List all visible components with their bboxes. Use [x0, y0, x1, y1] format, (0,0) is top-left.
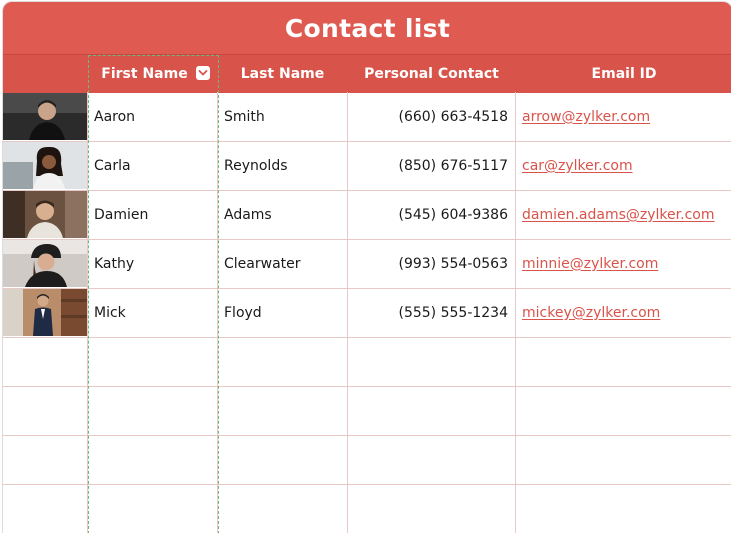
column-divider [217, 92, 218, 533]
phone-cell[interactable]: (545) 604-9386 [348, 190, 509, 239]
contact-photo [3, 191, 87, 238]
first-name-cell[interactable]: Damien [94, 190, 148, 239]
column-header-first-name[interactable]: First Name [88, 55, 217, 93]
email-link[interactable]: damien.adams@zylker.com [522, 207, 714, 223]
email-link[interactable]: car@zylker.com [522, 158, 633, 174]
column-header-row: First Name Last Name Personal Contact Em… [3, 54, 731, 93]
phone-cell[interactable]: (660) 663-4518 [348, 92, 509, 141]
last-name-cell[interactable]: Floyd [224, 288, 262, 337]
email-cell[interactable]: minnie@zylker.com [522, 239, 658, 288]
email-cell[interactable]: damien.adams@zylker.com [522, 190, 714, 239]
email-link[interactable]: minnie@zylker.com [522, 256, 658, 272]
email-link[interactable]: mickey@zylker.com [522, 305, 660, 321]
table-row[interactable]: Kathy Clearwater (993) 554-0563 minnie@z… [3, 239, 731, 289]
table-row[interactable]: Aaron Smith (660) 663-4518 arrow@zylker.… [3, 92, 731, 142]
photo-column-header[interactable] [3, 55, 87, 93]
phone-cell[interactable]: (555) 555-1234 [348, 288, 509, 337]
column-header-personal-contact[interactable]: Personal Contact [348, 55, 515, 93]
contact-photo [3, 240, 87, 287]
last-name-cell[interactable]: Adams [224, 190, 272, 239]
personal-contact-header-label: Personal Contact [364, 66, 499, 82]
last-name-cell[interactable]: Clearwater [224, 239, 301, 288]
empty-row[interactable] [3, 435, 731, 485]
first-name-cell[interactable]: Aaron [94, 92, 135, 141]
contact-list-sheet: Contact list First Name Last Name Person… [2, 1, 731, 533]
contact-photo [3, 93, 87, 140]
filter-dropdown-button[interactable] [196, 66, 210, 80]
chevron-down-icon [198, 70, 208, 76]
last-name-cell[interactable]: Reynolds [224, 141, 288, 190]
empty-row[interactable] [3, 337, 731, 387]
first-name-cell[interactable]: Kathy [94, 239, 134, 288]
first-name-header-label: First Name [101, 66, 188, 82]
empty-row[interactable] [3, 386, 731, 436]
phone-cell[interactable]: (993) 554-0563 [348, 239, 509, 288]
column-divider [347, 92, 348, 533]
first-name-cell[interactable]: Mick [94, 288, 126, 337]
column-divider [515, 92, 516, 533]
email-cell[interactable]: car@zylker.com [522, 141, 633, 190]
table-row[interactable]: Mick Floyd (555) 555-1234 mickey@zylker.… [3, 288, 731, 338]
first-name-cell[interactable]: Carla [94, 141, 131, 190]
column-divider [87, 92, 88, 533]
contact-photo [3, 289, 87, 336]
page-title: Contact list [284, 13, 451, 43]
column-header-email[interactable]: Email ID [516, 55, 731, 93]
email-header-label: Email ID [591, 66, 657, 82]
column-header-last-name[interactable]: Last Name [218, 55, 347, 93]
email-cell[interactable]: arrow@zylker.com [522, 92, 650, 141]
table-row[interactable]: Damien Adams (545) 604-9386 damien.adams… [3, 190, 731, 240]
last-name-header-label: Last Name [240, 66, 325, 82]
last-name-cell[interactable]: Smith [224, 92, 265, 141]
email-cell[interactable]: mickey@zylker.com [522, 288, 660, 337]
contact-photo [3, 142, 87, 189]
table-row[interactable]: Carla Reynolds (850) 676-5117 car@zylker… [3, 141, 731, 191]
email-link[interactable]: arrow@zylker.com [522, 109, 650, 125]
phone-cell[interactable]: (850) 676-5117 [348, 141, 509, 190]
contact-table-body: Aaron Smith (660) 663-4518 arrow@zylker.… [3, 92, 731, 533]
empty-row[interactable] [3, 484, 731, 533]
title-bar: Contact list [3, 2, 731, 54]
